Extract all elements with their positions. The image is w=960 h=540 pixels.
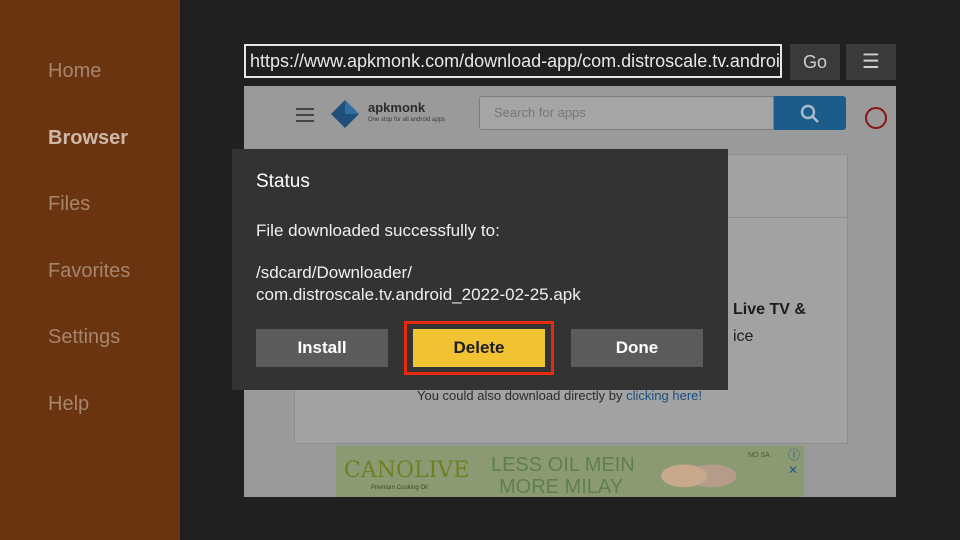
sidebar-item-files[interactable]: Files [48,193,90,216]
search-icon [800,104,819,123]
browser-menu-button[interactable]: ☰ [846,44,896,80]
status-dialog: Status File downloaded successfully to: … [232,149,728,390]
sidebar-item-favorites[interactable]: Favorites [48,260,130,283]
direct-download-text: You could also download directly by clic… [417,388,702,403]
ad-headline-1: LESS OIL MEIN [491,454,635,476]
site-tagline: One stop for all android apps [368,117,446,123]
sidebar: Home Browser Files Favorites Settings He… [0,0,180,540]
ad-brand: CANOLIVE [344,458,470,483]
site-search-button[interactable] [774,96,846,130]
sidebar-item-browser[interactable]: Browser [48,127,128,150]
dialog-message: File downloaded successfully to: [256,221,500,240]
app-desc-fragment: ice [733,328,754,345]
direct-download-label: You could also download directly by [417,388,623,403]
sidebar-item-settings[interactable]: Settings [48,326,120,349]
dialog-path-file: com.distroscale.tv.android_2022-02-25.ap… [256,285,581,304]
ad-close-icon[interactable]: ⓘ ✕ [788,446,804,477]
app-title-fragment: Live TV & [733,301,806,318]
sidebar-item-help[interactable]: Help [48,393,89,416]
ad-badge: NO SA [748,452,770,459]
site-menu-icon[interactable] [296,108,314,126]
dialog-title: Status [256,171,310,192]
site-name: apkmonk [368,100,426,115]
hamburger-menu-icon: ☰ [862,51,880,73]
record-icon[interactable] [865,107,887,129]
apkmonk-logo-icon [331,100,359,128]
delete-button[interactable]: Delete [413,329,545,367]
go-button[interactable]: Go [790,44,840,80]
url-input[interactable]: https://www.apkmonk.com/download-app/com… [244,44,782,78]
site-search-input[interactable]: Search for apps [479,96,774,130]
install-button[interactable]: Install [256,329,388,367]
done-button[interactable]: Done [571,329,703,367]
sidebar-item-home[interactable]: Home [48,60,101,83]
ad-image [656,450,736,497]
dialog-path-folder: /sdcard/Downloader/ [256,263,412,282]
direct-download-link[interactable]: clicking here! [626,388,702,403]
ad-subtitle: Premium Cooking Oil [371,485,428,491]
ad-headline-2: MORE MILAY [499,476,624,497]
advertisement-banner[interactable]: CANOLIVE Premium Cooking Oil LESS OIL ME… [336,446,804,497]
